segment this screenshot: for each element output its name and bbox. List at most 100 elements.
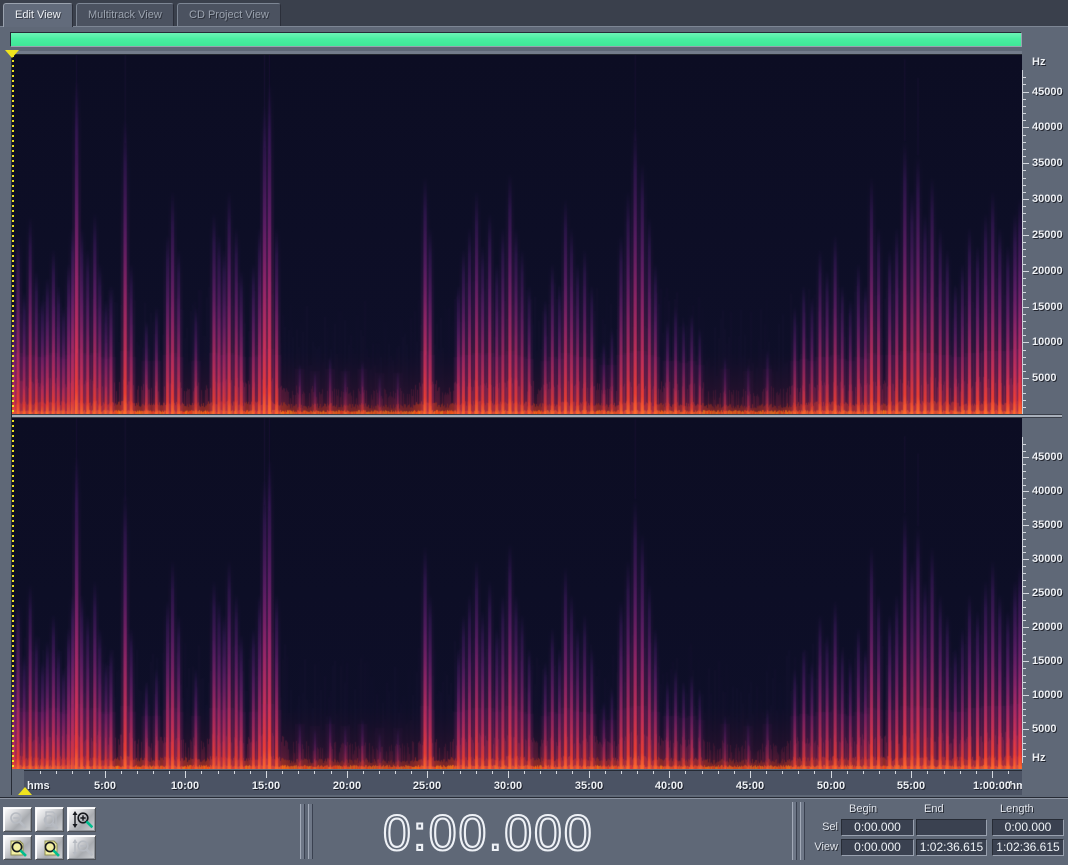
time-tick bbox=[718, 771, 719, 774]
freq-tick-label: 10000 bbox=[1032, 689, 1063, 701]
freq-tick bbox=[1023, 407, 1026, 408]
selview-header-length: Length bbox=[1000, 803, 1034, 815]
time-tick bbox=[314, 771, 315, 774]
selview-header-begin: Begin bbox=[849, 803, 878, 815]
view-begin-field[interactable]: 0:00.000 bbox=[841, 839, 914, 856]
freq-tick bbox=[1023, 607, 1026, 608]
freq-tick bbox=[1023, 620, 1026, 621]
time-tick bbox=[702, 771, 703, 774]
selview-header-end: End bbox=[924, 803, 944, 815]
playhead-marker-top-icon[interactable] bbox=[5, 50, 19, 58]
time-tick-label: 10:00 bbox=[170, 780, 200, 792]
overview-navigator-panel bbox=[0, 27, 1068, 51]
mag-page-gray-icon bbox=[43, 811, 59, 829]
freq-tick-label: 20000 bbox=[1032, 265, 1063, 277]
freq-tick bbox=[1023, 307, 1029, 308]
time-tick-label: 5:00 bbox=[93, 780, 117, 792]
freq-tick bbox=[1023, 357, 1026, 358]
freq-tick bbox=[1023, 519, 1026, 520]
channel-divider[interactable] bbox=[12, 414, 1062, 418]
sel-length-field[interactable]: 0:00.000 bbox=[992, 819, 1064, 836]
selview-gripper[interactable] bbox=[792, 802, 805, 860]
time-tick bbox=[169, 771, 170, 774]
toolbar-gripper[interactable] bbox=[300, 804, 313, 859]
freq-tick-label: 30000 bbox=[1032, 553, 1063, 565]
overview-navigator-bar[interactable] bbox=[10, 32, 1022, 47]
freq-tick bbox=[1023, 120, 1026, 121]
zoom-selection-left-button[interactable] bbox=[3, 835, 32, 860]
zoom-out-vertical-button[interactable] bbox=[67, 835, 96, 860]
freq-tick bbox=[1023, 335, 1026, 336]
freq-tick bbox=[1023, 688, 1026, 689]
view-end-field[interactable]: 1:02:36.615 bbox=[916, 839, 987, 856]
time-tick bbox=[266, 771, 267, 778]
playhead-cursor[interactable] bbox=[12, 55, 14, 769]
zoom-full-button[interactable] bbox=[35, 807, 64, 832]
freq-tick-label: 10000 bbox=[1032, 336, 1063, 348]
freq-tick-label: 40000 bbox=[1032, 121, 1063, 133]
zoom-out-horizontal-button[interactable] bbox=[3, 807, 32, 832]
time-tick bbox=[460, 771, 461, 774]
zoom-in-vertical-button[interactable] bbox=[67, 807, 96, 832]
mag-minus-icon bbox=[9, 812, 27, 829]
freq-tick-label: 30000 bbox=[1032, 193, 1063, 205]
freq-tick bbox=[1023, 743, 1026, 744]
time-tick bbox=[927, 771, 928, 774]
freq-tick bbox=[1023, 444, 1026, 445]
tab-cd-project-view[interactable]: CD Project View bbox=[177, 3, 281, 26]
freq-tick bbox=[1023, 491, 1029, 492]
freq-tick bbox=[1023, 371, 1026, 372]
time-tick bbox=[847, 771, 848, 774]
freq-tick bbox=[1023, 271, 1029, 272]
freq-tick bbox=[1023, 709, 1026, 710]
freq-tick bbox=[1023, 321, 1026, 322]
freq-tick bbox=[1023, 451, 1026, 452]
view-length-field[interactable]: 1:02:36.615 bbox=[992, 839, 1064, 856]
freq-tick-label: 15000 bbox=[1032, 301, 1063, 313]
app-window: Edit View Multitrack View CD Project View … bbox=[0, 0, 1068, 865]
spectrogram-right-channel[interactable] bbox=[12, 418, 1022, 769]
playhead-marker-bottom-icon[interactable] bbox=[18, 787, 32, 795]
freq-tick-label: 45000 bbox=[1032, 86, 1063, 98]
tab-edit-view[interactable]: Edit View bbox=[3, 3, 73, 27]
time-tick bbox=[395, 771, 396, 774]
time-tick bbox=[218, 771, 219, 774]
freq-tick-label: 15000 bbox=[1032, 655, 1063, 667]
freq-tick bbox=[1023, 163, 1029, 164]
sel-end-field[interactable] bbox=[916, 819, 987, 836]
time-tick bbox=[734, 771, 735, 774]
freq-tick bbox=[1023, 614, 1026, 615]
freq-tick bbox=[1023, 627, 1029, 628]
freq-tick-label: 45000 bbox=[1032, 451, 1063, 463]
freq-tick bbox=[1023, 566, 1026, 567]
time-tick bbox=[944, 771, 945, 774]
zoom-selection-right-button[interactable] bbox=[35, 835, 64, 860]
freq-tick bbox=[1023, 485, 1026, 486]
time-tick bbox=[105, 771, 106, 778]
freq-tick bbox=[1023, 715, 1026, 716]
time-tick bbox=[669, 771, 670, 778]
frequency-ruler-column[interactable]: 45000 40000 35000 30000 25000 20000 15000 10000… bbox=[1022, 51, 1068, 795]
time-tick bbox=[895, 771, 896, 774]
time-tick bbox=[56, 771, 57, 774]
freq-tick bbox=[1023, 668, 1026, 669]
time-tick bbox=[40, 771, 41, 774]
freq-tick bbox=[1023, 400, 1026, 401]
tab-multitrack-view[interactable]: Multitrack View bbox=[76, 3, 174, 26]
time-tick bbox=[798, 771, 799, 774]
time-ruler[interactable]: hms hms 5:00 10:00 15:00 20:00 25:00 30:00 35:… bbox=[24, 770, 1034, 795]
time-tick-label: 35:00 bbox=[574, 780, 604, 792]
freq-tick bbox=[1023, 573, 1026, 574]
sel-begin-field[interactable]: 0:00.000 bbox=[841, 819, 914, 836]
spectrogram-left-channel[interactable] bbox=[12, 55, 1022, 414]
freq-tick bbox=[1023, 722, 1026, 723]
freq-tick bbox=[1023, 156, 1026, 157]
time-tick bbox=[379, 771, 380, 774]
spectrogram-column: hms hms 5:00 10:00 15:00 20:00 25:00 30:00 35:… bbox=[12, 51, 1034, 795]
time-display[interactable]: 0:00.000 bbox=[382, 804, 594, 862]
freq-tick bbox=[1023, 641, 1026, 642]
freq-tick bbox=[1023, 285, 1026, 286]
freq-tick bbox=[1023, 471, 1026, 472]
time-tick bbox=[863, 771, 864, 774]
time-tick bbox=[427, 771, 428, 778]
